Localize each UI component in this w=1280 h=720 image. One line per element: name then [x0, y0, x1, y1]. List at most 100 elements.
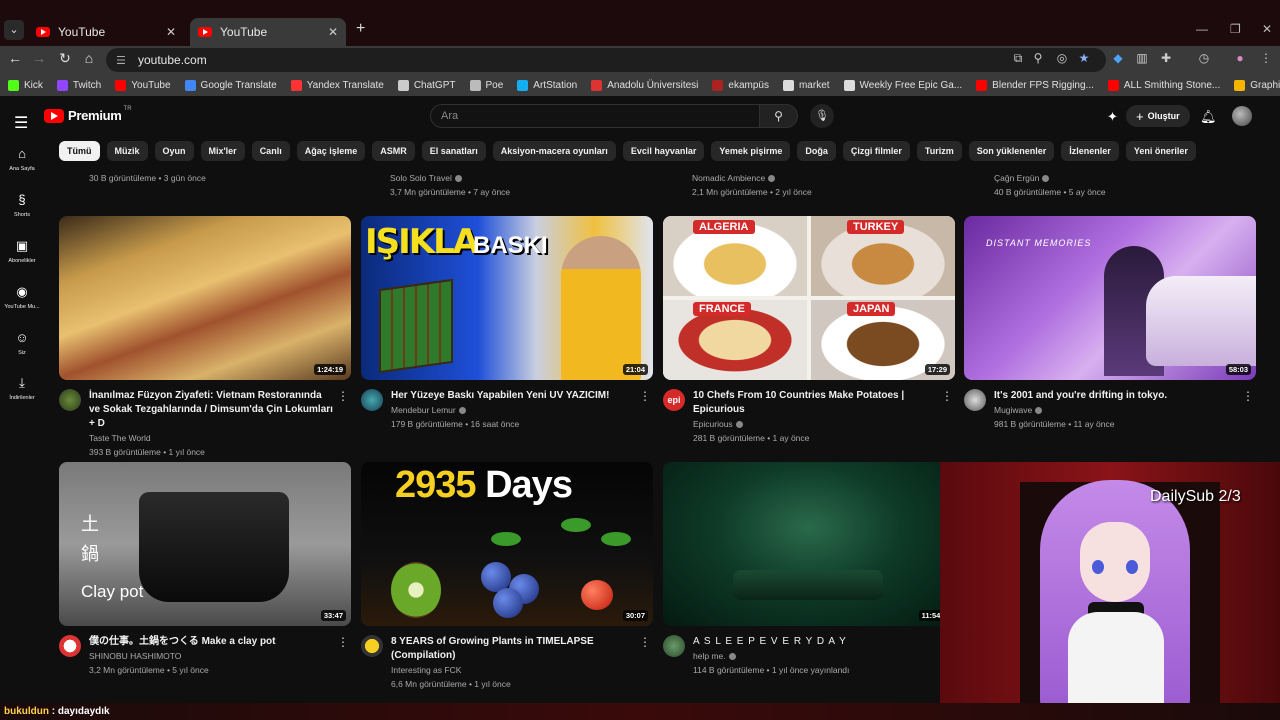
channel-avatar[interactable] [964, 389, 986, 411]
channel-name[interactable]: help me. [693, 649, 937, 663]
video-thumbnail[interactable]: 土 鍋 Clay pot 33:47 [59, 462, 351, 626]
filter-chip[interactable]: Doğa [797, 141, 836, 161]
filter-chip[interactable]: Oyun [154, 141, 194, 161]
channel-name[interactable]: Nomadic Ambience [692, 171, 812, 185]
video-title[interactable]: It's 2001 and you're drifting in tokyo. [994, 389, 1238, 403]
channel-avatar[interactable] [59, 635, 81, 657]
bookmark-item[interactable]: Yandex Translate [290, 79, 384, 91]
filter-chip[interactable]: Aksiyon-macera oyunları [492, 141, 616, 161]
bookmark-item[interactable]: ChatGPT [397, 79, 456, 91]
more-options-icon[interactable]: ⋮ [1242, 389, 1254, 403]
search-icon[interactable]: ⚲ [760, 104, 798, 128]
video-card[interactable]: 土 鍋 Clay pot 33:47 僕の仕事。土鍋をつくる Make a cl… [59, 462, 351, 677]
browser-tab-active[interactable]: YouTube ✕ [190, 18, 346, 46]
filter-chip[interactable]: El sanatları [421, 141, 486, 161]
video-thumbnail[interactable]: ALGERIA TURKEY FRANCE JAPAN 17:29 [663, 216, 955, 380]
extension-icon[interactable]: ◆ [1110, 51, 1126, 65]
new-tab-button[interactable]: + [356, 20, 365, 38]
channel-name[interactable]: Interesting as FCK [391, 663, 635, 677]
sidebar-item[interactable]: ⤓ İndirilenler [0, 375, 44, 401]
window-close-icon[interactable]: ✕ [1262, 22, 1272, 36]
video-card[interactable]: 11:54:3 A S L E E P E V E R Y D A Y help… [663, 462, 955, 677]
back-icon[interactable]: ← [6, 50, 24, 66]
video-title[interactable]: 8 YEARS of Growing Plants in TIMELAPSE (… [391, 635, 635, 663]
channel-avatar[interactable]: epi [663, 389, 685, 411]
history-icon[interactable]: ◷ [1196, 51, 1212, 65]
filter-chip[interactable]: Evcil hayvanlar [622, 141, 705, 161]
browser-menu-icon[interactable]: ⋮ [1258, 51, 1274, 65]
channel-avatar[interactable] [361, 389, 383, 411]
more-options-icon[interactable]: ⋮ [639, 389, 651, 403]
browser-tab[interactable]: YouTube ✕ [28, 18, 184, 46]
filter-chip[interactable]: Canlı [251, 141, 290, 161]
channel-name[interactable]: Taste The World [89, 431, 333, 445]
maximize-icon[interactable]: ❐ [1230, 22, 1241, 36]
filter-chip[interactable]: Yemek pişirme [711, 141, 791, 161]
notifications-bell-icon[interactable]: 🔔︎ [1200, 109, 1217, 125]
channel-avatar[interactable] [663, 635, 685, 657]
channel-name[interactable]: Epicurious [693, 417, 937, 431]
bookmark-item[interactable]: Twitch [56, 79, 101, 91]
address-bar[interactable]: ☰ youtube.com [106, 48, 1106, 72]
filter-chip[interactable]: İzlenenler [1061, 141, 1119, 161]
filter-chip[interactable]: Ağaç işleme [296, 141, 366, 161]
sidebar-item[interactable]: ▣ Abonelikler [0, 238, 44, 264]
hamburger-menu-icon[interactable]: ☰ [14, 113, 28, 133]
tab-search-dropdown[interactable]: ⌄ [4, 20, 24, 40]
create-button[interactable]: + Oluştur [1126, 105, 1190, 127]
sidebar-item[interactable]: ☺ Siz [0, 330, 44, 356]
bookmark-item[interactable]: ArtStation [517, 79, 577, 91]
extension-icon[interactable]: ▥ [1134, 51, 1150, 65]
filter-chip[interactable]: Yeni öneriler [1125, 141, 1196, 161]
search-input[interactable]: Ara [430, 104, 760, 128]
filter-chip[interactable]: Mix'ler [200, 141, 245, 161]
video-title[interactable]: 僕の仕事。土鍋をつくる Make a clay pot [89, 635, 333, 649]
tab-close-icon[interactable]: ✕ [328, 25, 338, 39]
channel-name[interactable]: SHINOBU HASHIMOTO [89, 649, 333, 663]
channel-avatar[interactable] [59, 389, 81, 411]
bookmark-star-icon[interactable]: ★ [1076, 51, 1092, 65]
video-card[interactable]: 2935 Days 30:07 8 YEARS of Growing Plant… [361, 462, 653, 691]
video-card[interactable]: ALGERIA TURKEY FRANCE JAPAN 17:29 epi 10… [663, 216, 955, 445]
bookmark-item[interactable]: YouTube [115, 79, 171, 91]
bookmark-item[interactable]: ekampüs [712, 79, 769, 91]
more-options-icon[interactable]: ⋮ [337, 635, 349, 649]
video-title[interactable]: Her Yüzeye Baskı Yapabilen Yeni UV YAZIC… [391, 389, 635, 403]
sidebar-item[interactable]: ⌂ Ana Sayfa [0, 146, 44, 172]
bookmark-item[interactable]: Graphic Pack - Qua... [1234, 79, 1280, 91]
filter-chip[interactable]: Müzik [106, 141, 148, 161]
video-card[interactable]: IŞIKLA BASKI 21:04 Her Yüzeye Baskı Yapa… [361, 216, 653, 431]
home-browser-icon[interactable]: ⌂ [80, 50, 98, 66]
video-thumbnail[interactable]: 11:54:3 [663, 462, 955, 626]
video-thumbnail[interactable]: IŞIKLA BASKI 21:04 [361, 216, 653, 380]
channel-name[interactable]: Çağn Ergün [994, 171, 1106, 185]
bookmark-item[interactable]: ALL Smithing Stone... [1107, 79, 1220, 91]
video-card[interactable]: 1:24:19 İnanılmaz Füzyon Ziyafeti: Vietn… [59, 216, 351, 459]
video-thumbnail[interactable]: 2935 Days 30:07 [361, 462, 653, 626]
more-options-icon[interactable]: ⋮ [337, 389, 349, 403]
bookmark-item[interactable]: Weekly Free Epic Ga... [843, 79, 962, 91]
channel-avatar[interactable] [361, 635, 383, 657]
channel-name[interactable]: Mendebur Lemur [391, 403, 635, 417]
sidebar-item[interactable]: § Shorts [0, 192, 44, 218]
filter-chip[interactable]: Tümü [59, 141, 100, 161]
bookmark-item[interactable]: Anadolu Üniversitesi [591, 79, 698, 91]
filter-chip[interactable]: ASMR [372, 141, 415, 161]
profile-icon[interactable]: ● [1232, 51, 1248, 65]
sidebar-item[interactable]: ◉ YouTube Mu... [0, 284, 44, 310]
bookmark-item[interactable]: Poe [469, 79, 503, 91]
tab-close-icon[interactable]: ✕ [166, 25, 176, 39]
video-thumbnail[interactable]: 1:24:19 [59, 216, 351, 380]
avatar[interactable] [1232, 106, 1252, 126]
video-thumbnail[interactable]: DISTANT MEMORIES 58:03 [964, 216, 1256, 380]
bookmark-item[interactable]: Blender FPS Rigging... [976, 79, 1094, 91]
zoom-icon[interactable]: ⚲ [1030, 51, 1046, 65]
forward-icon[interactable]: → [30, 50, 48, 66]
filter-chip[interactable]: Çizgi filmler [842, 141, 910, 161]
video-title[interactable]: 10 Chefs From 10 Countries Make Potatoes… [693, 389, 937, 417]
video-title[interactable]: İnanılmaz Füzyon Ziyafeti: Vietnam Resto… [89, 389, 333, 431]
video-title[interactable]: A S L E E P E V E R Y D A Y [693, 635, 937, 649]
install-app-icon[interactable]: ⧉ [1010, 51, 1026, 66]
eye-off-icon[interactable]: ◎ [1054, 51, 1070, 65]
filter-chip[interactable]: Turizm [916, 141, 962, 161]
